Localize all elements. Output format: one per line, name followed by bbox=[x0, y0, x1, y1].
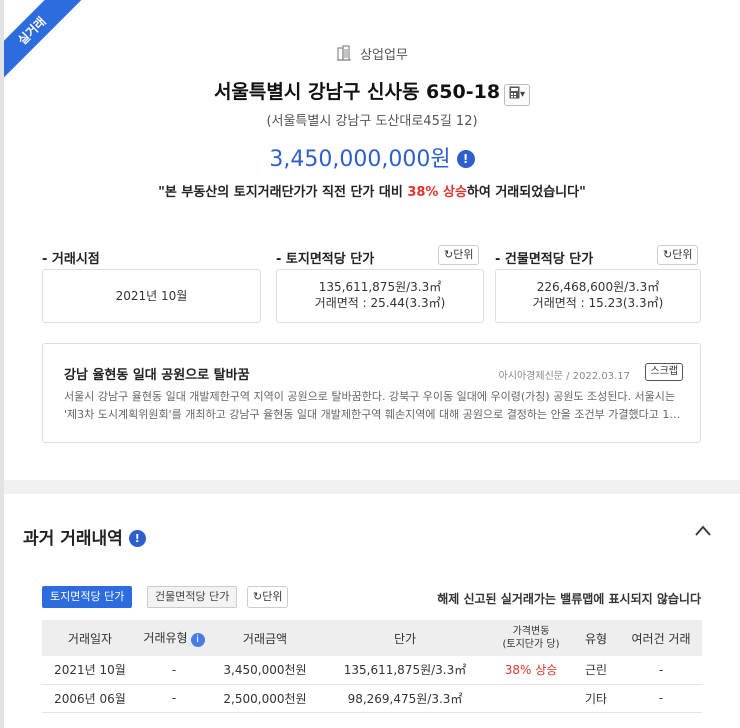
building-area-value: 거래면적 : 15.23(3.3㎡) bbox=[532, 296, 664, 310]
price-change-summary: "본 부동산의 토지거래단가가 직전 단가 대비 38% 상승하여 거래되었습니… bbox=[4, 181, 740, 200]
chevron-up-icon[interactable] bbox=[694, 522, 712, 540]
cell-date: 2021년 10월 bbox=[42, 656, 138, 685]
date-box: 2021년 10월 bbox=[42, 269, 261, 323]
cell-price-change: 38% 상승 bbox=[490, 656, 572, 685]
col-price-change: 가격변동 (토지단가 당) bbox=[490, 620, 572, 656]
news-source: 아시아경제신문 bbox=[498, 371, 563, 382]
unit-label: 단위 bbox=[262, 590, 283, 603]
road-address: (서울특별시 강남구 도산대로45길 12) bbox=[266, 114, 478, 129]
history-table: 거래일자 거래유형 i 거래금액 단가 가격변동 (토지단가 당) 유형 여러건 … bbox=[42, 620, 702, 713]
building-price-label: - 건물면적당 단가 bbox=[495, 252, 594, 267]
date-label: - 거래시점 bbox=[42, 252, 100, 267]
col-unit-price: 단가 bbox=[320, 620, 490, 656]
cell-type: - bbox=[138, 684, 210, 713]
building-price-value: 226,468,600원/3.3㎡ bbox=[536, 280, 660, 294]
cell-price-change bbox=[490, 684, 572, 713]
refresh-icon: ↻ bbox=[663, 248, 673, 261]
summary-suffix: 하여 거래되었습니다" bbox=[466, 185, 586, 200]
info-icon[interactable]: i bbox=[190, 633, 205, 647]
summary-highlight: 38% 상승 bbox=[407, 185, 467, 200]
cell-unit-price: 135,611,875원/3.3㎡ bbox=[320, 656, 490, 685]
cell-kind: 기타 bbox=[572, 684, 620, 713]
news-meta: 아시아경제신문 / 2022.03.17 bbox=[499, 367, 630, 382]
refresh-icon: ↻ bbox=[444, 248, 454, 261]
col-amount: 거래금액 bbox=[210, 620, 320, 656]
address-text: 서울특별시 강남구 신사동 650-18 bbox=[213, 81, 501, 103]
tab-building-price[interactable]: 건물면적당 단가 bbox=[147, 586, 238, 608]
transaction-ribbon: 실거래 bbox=[4, 0, 84, 80]
land-unit-button[interactable]: ↻단위 bbox=[438, 245, 480, 265]
news-title[interactable]: 강남 율현동 일대 공원으로 탈바꿈 bbox=[64, 364, 250, 383]
cell-unit-price: 98,269,475원/3.3㎡ bbox=[320, 684, 490, 713]
tab-land-price[interactable]: 토지면적당 단가 bbox=[42, 586, 133, 608]
land-area-value: 거래면적 : 25.44(3.3㎡) bbox=[314, 296, 446, 310]
unit-label: 단위 bbox=[672, 248, 693, 261]
section-divider bbox=[4, 480, 740, 494]
news-body: 서울시 강남구 율현동 일대 개발제한구역 지역이 공원으로 탈바꿈한다. 강북… bbox=[64, 390, 681, 421]
transaction-price: 3,450,000,000원! bbox=[4, 141, 740, 173]
table-header-row: 거래일자 거래유형 i 거래금액 단가 가격변동 (토지단가 당) 유형 여러건 … bbox=[42, 620, 702, 656]
summary-prefix: "본 부동산의 토지거래단가가 직전 단가 대비 bbox=[158, 185, 408, 200]
history-unit-button[interactable]: ↻단위 bbox=[247, 586, 289, 608]
land-price-label: - 토지면적당 단가 bbox=[276, 252, 375, 267]
building-price-box: 226,468,600원/3.3㎡ 거래면적 : 15.23(3.3㎡) bbox=[495, 269, 701, 323]
price-value: 3,450,000,000원 bbox=[269, 147, 451, 172]
land-price-value: 135,611,875원/3.3㎡ bbox=[318, 280, 442, 294]
history-notice: 해제 신고된 실거래가는 밸류맵에 표시되지 않습니다 bbox=[437, 592, 701, 606]
property-detail-panel: 실거래 상업업무 서울특별시 강남구 신사동 650-18 ▾ (서울특별시 강남… bbox=[4, 0, 740, 728]
cell-multi: - bbox=[620, 684, 702, 713]
col-type-label: 거래유형 bbox=[143, 631, 188, 645]
scrap-button[interactable]: 스크랩 bbox=[645, 363, 683, 381]
col-date: 거래일자 bbox=[42, 620, 138, 656]
calculator-icon bbox=[509, 86, 520, 99]
cell-amount: 3,450,000천원 bbox=[210, 656, 320, 685]
page-title: 서울특별시 강남구 신사동 650-18 ▾ bbox=[4, 77, 740, 106]
unit-label: 단위 bbox=[453, 248, 474, 261]
col-type: 거래유형 i bbox=[138, 620, 210, 656]
table-row: 2006년 06월 - 2,500,000천원 98,269,475원/3.3㎡… bbox=[42, 684, 702, 713]
table-row: 2021년 10월 - 3,450,000천원 135,611,875원/3.3… bbox=[42, 656, 702, 685]
history-title-text: 과거 거래내역 bbox=[23, 529, 123, 549]
property-category: 상업업무 bbox=[4, 44, 740, 63]
news-separator: / bbox=[566, 371, 570, 382]
col-kind: 유형 bbox=[572, 620, 620, 656]
building-unit-button[interactable]: ↻단위 bbox=[657, 245, 699, 265]
cell-kind: 근린 bbox=[572, 656, 620, 685]
cell-date: 2006년 06월 bbox=[42, 684, 138, 713]
cell-type: - bbox=[138, 656, 210, 685]
info-icon[interactable]: ! bbox=[128, 530, 146, 547]
history-title: 과거 거래내역! bbox=[23, 524, 146, 549]
land-price-box: 135,611,875원/3.3㎡ 거래면적 : 25.44(3.3㎡) bbox=[276, 269, 484, 323]
news-date: 2022.03.17 bbox=[572, 371, 630, 382]
cell-multi: - bbox=[620, 656, 702, 685]
col-multi: 여러건 거래 bbox=[620, 620, 702, 656]
date-value: 2021년 10월 bbox=[115, 289, 188, 303]
calculator-button[interactable]: ▾ bbox=[504, 84, 531, 106]
ribbon-label: 실거래 bbox=[4, 0, 84, 80]
info-icon[interactable]: ! bbox=[456, 150, 475, 168]
cell-amount: 2,500,000천원 bbox=[210, 684, 320, 713]
caret-down-icon: ▾ bbox=[520, 89, 526, 100]
news-card[interactable]: 강남 율현동 일대 공원으로 탈바꿈 아시아경제신문 / 2022.03.17 … bbox=[42, 343, 701, 443]
building-icon bbox=[337, 45, 352, 61]
refresh-icon: ↻ bbox=[253, 590, 263, 603]
category-label: 상업업무 bbox=[360, 48, 408, 63]
